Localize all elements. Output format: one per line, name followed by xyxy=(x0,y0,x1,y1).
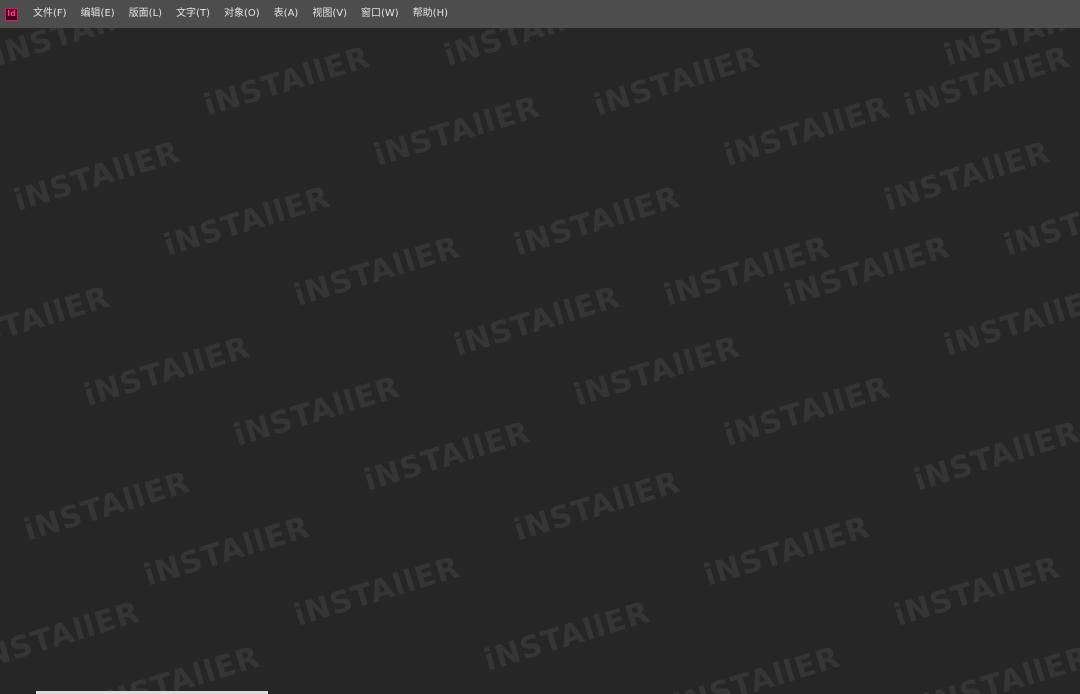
menu-edit[interactable]: 编辑(E) xyxy=(74,0,122,28)
workspace-canvas[interactable] xyxy=(0,28,1080,694)
menu-help[interactable]: 帮助(H) xyxy=(406,0,455,28)
menu-bar: Id 文件(F) 编辑(E) 版面(L) 文字(T) 对象(O) 表(A) 视图… xyxy=(0,0,1080,28)
indesign-logo-icon[interactable]: Id xyxy=(5,7,18,21)
menu-layout[interactable]: 版面(L) xyxy=(122,0,169,28)
menu-type[interactable]: 文字(T) xyxy=(169,0,217,28)
menu-table[interactable]: 表(A) xyxy=(267,0,306,28)
menu-items: 文件(F) 编辑(E) 版面(L) 文字(T) 对象(O) 表(A) 视图(V)… xyxy=(26,0,455,28)
menu-object[interactable]: 对象(O) xyxy=(217,0,267,28)
menu-file[interactable]: 文件(F) xyxy=(26,0,74,28)
application-window: Id 文件(F) 编辑(E) 版面(L) 文字(T) 对象(O) 表(A) 视图… xyxy=(0,0,1080,694)
menu-window[interactable]: 窗口(W) xyxy=(354,0,406,28)
menu-view[interactable]: 视图(V) xyxy=(305,0,354,28)
